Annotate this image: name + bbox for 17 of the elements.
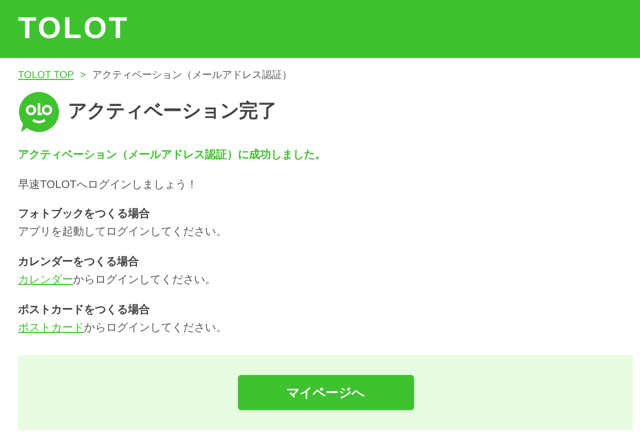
intro-text: 早速TOLOTへログインしましょう！ [18, 178, 198, 192]
breadcrumb-current: アクティベーション（メールアドレス認証） [92, 68, 292, 83]
home-link[interactable]: TOLOT TOP [18, 68, 74, 83]
section-heading: ポストカードをつくる場合 [18, 302, 151, 318]
page-title: アクティベーション完了 [68, 100, 277, 124]
breadcrumb-separator: > [80, 69, 86, 83]
section-heading: カレンダーをつくる場合 [18, 254, 140, 270]
section-heading: フォトブックをつくる場合 [18, 206, 151, 222]
section-text: からログインしてください。 [73, 273, 216, 288]
section-link[interactable]: ポストカード [18, 319, 84, 337]
smiley-icon [18, 91, 60, 133]
success-message: アクティベーション（メールアドレス認証）に成功しました。 [18, 148, 327, 163]
section-link[interactable]: カレンダー [18, 271, 73, 289]
section-text: アプリを起動してログインしてください。 [18, 224, 227, 240]
logo[interactable]: TOLOT [18, 14, 130, 44]
mypage-button[interactable]: マイページへ [238, 375, 414, 410]
section-text: からログインしてください。 [84, 321, 227, 336]
